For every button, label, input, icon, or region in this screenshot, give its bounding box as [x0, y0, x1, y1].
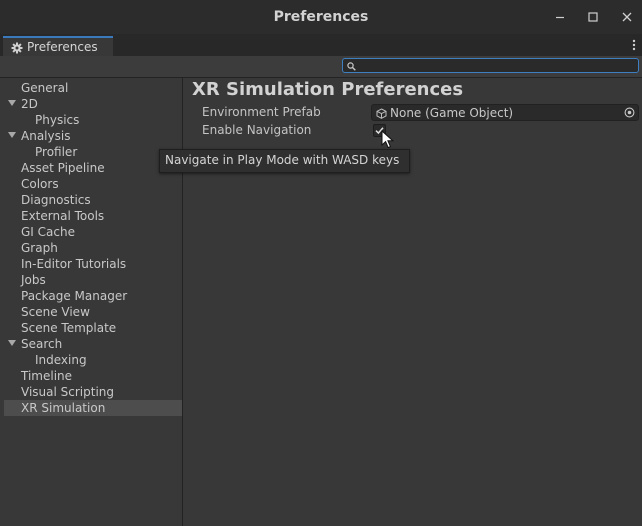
sidebar-item-label: Jobs	[21, 273, 46, 287]
environment-prefab-value: None (Game Object)	[390, 106, 514, 120]
sidebar-item-label: Scene Template	[21, 321, 117, 335]
sidebar-item-label: Asset Pipeline	[21, 161, 105, 175]
preferences-content: XR Simulation Preferences Environment Pr…	[183, 78, 642, 526]
sidebar-item-scene-view[interactable]: Scene View	[4, 304, 182, 320]
sidebar-item-label: Search	[21, 337, 63, 351]
sidebar-item-label: 2D	[21, 97, 38, 111]
sidebar-item-colors[interactable]: Colors	[4, 176, 182, 192]
cube-icon	[376, 108, 387, 119]
sidebar-item-gi-cache[interactable]: GI Cache	[4, 224, 182, 240]
maximize-button[interactable]	[583, 7, 603, 27]
sidebar-item-package-manager[interactable]: Package Manager	[4, 288, 182, 304]
sidebar-item-label: External Tools	[21, 209, 105, 223]
sidebar-item-label: Scene View	[21, 305, 90, 319]
enable-navigation-label: Enable Navigation	[202, 123, 312, 137]
sidebar-item-external-tools[interactable]: External Tools	[4, 208, 182, 224]
mouse-cursor-icon	[381, 130, 395, 149]
environment-prefab-field[interactable]: None (Game Object)	[371, 104, 639, 121]
sidebar-item-profiler[interactable]: Profiler	[4, 144, 182, 160]
object-picker-icon[interactable]	[624, 107, 635, 118]
maximize-icon	[588, 12, 598, 22]
sidebar-item-in-editor-tutorials[interactable]: In-Editor Tutorials	[4, 256, 182, 272]
page-title: XR Simulation Preferences	[192, 79, 464, 100]
sidebar-item-label: In-Editor Tutorials	[21, 257, 127, 271]
environment-prefab-label: Environment Prefab	[202, 105, 321, 119]
toolbar	[0, 56, 642, 78]
sidebar-item-label: XR Simulation	[21, 401, 106, 415]
sidebar-item-label: Analysis	[21, 129, 71, 143]
window-title: Preferences	[273, 9, 369, 25]
minimize-button[interactable]	[550, 7, 570, 27]
close-button[interactable]	[617, 7, 637, 27]
sidebar-item-label: Diagnostics	[21, 193, 91, 207]
sidebar-item-timeline[interactable]: Timeline	[4, 368, 182, 384]
sidebar-item-physics[interactable]: Physics	[4, 112, 182, 128]
sidebar-item-label: Profiler	[35, 145, 78, 159]
tab-bar: Preferences	[0, 34, 642, 57]
sidebar-item-label: General	[21, 81, 69, 95]
sidebar-item-label: Colors	[21, 177, 59, 191]
more-options-icon[interactable]	[632, 39, 636, 51]
expand-arrow-icon[interactable]	[8, 100, 16, 106]
sidebar-item-2d[interactable]: 2D	[4, 96, 182, 112]
expand-arrow-icon[interactable]	[8, 132, 16, 138]
sidebar-item-label: Timeline	[21, 369, 73, 383]
sidebar-item-search[interactable]: Search	[4, 336, 182, 352]
sidebar-item-graph[interactable]: Graph	[4, 240, 182, 256]
tooltip-text: Navigate in Play Mode with WASD keys	[165, 153, 400, 167]
sidebar-item-scene-template[interactable]: Scene Template	[4, 320, 182, 336]
sidebar-item-xr-simulation[interactable]: XR Simulation	[4, 400, 182, 416]
sidebar-item-label: Physics	[35, 113, 80, 127]
gear-icon	[11, 42, 23, 54]
search-icon	[347, 62, 356, 71]
sidebar-item-diagnostics[interactable]: Diagnostics	[4, 192, 182, 208]
navigation-tooltip: Navigate in Play Mode with WASD keys	[159, 149, 410, 173]
tab-label: Preferences	[27, 40, 98, 54]
sidebar-item-label: Visual Scripting	[21, 385, 114, 399]
sidebar-item-asset-pipeline[interactable]: Asset Pipeline	[4, 160, 182, 176]
sidebar-item-label: Graph	[21, 241, 58, 255]
minimize-icon	[556, 16, 564, 19]
sidebar-item-label: GI Cache	[21, 225, 75, 239]
search-input[interactable]	[359, 59, 629, 72]
sidebar-item-label: Indexing	[35, 353, 87, 367]
sidebar-item-analysis[interactable]: Analysis	[4, 128, 182, 144]
sidebar-item-jobs[interactable]: Jobs	[4, 272, 182, 288]
search-field[interactable]	[342, 58, 639, 73]
close-icon	[622, 12, 632, 22]
sidebar-item-visual-scripting[interactable]: Visual Scripting	[4, 384, 182, 400]
sidebar-item-indexing[interactable]: Indexing	[4, 352, 182, 368]
expand-arrow-icon[interactable]	[8, 340, 16, 346]
title-bar: Preferences	[0, 0, 642, 34]
tab-preferences[interactable]: Preferences	[3, 36, 113, 56]
sidebar-item-general[interactable]: General	[4, 80, 182, 96]
sidebar-item-label: Package Manager	[21, 289, 128, 303]
preferences-sidebar: General 2D Physics Analysis Profiler Asset Pi…	[4, 78, 183, 526]
